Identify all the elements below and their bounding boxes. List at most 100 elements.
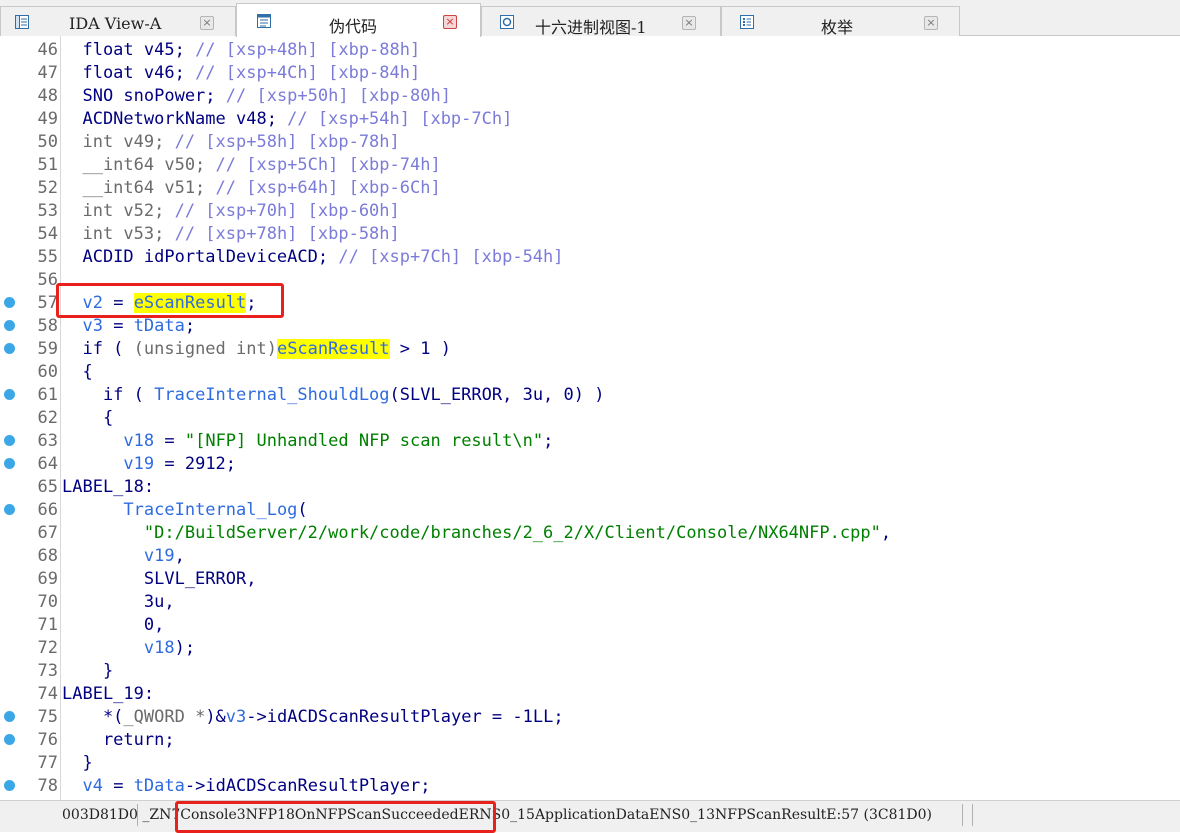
code-text[interactable]: int v49; // [xsp+58h] [xbp-78h] [62, 131, 399, 153]
code-token: = [102, 776, 134, 796]
code-line[interactable]: 49 ACDNetworkName v48; // [xsp+54h] [xbp… [0, 107, 1180, 130]
code-line[interactable]: 58 v3 = tData; [0, 314, 1180, 337]
tab-enums[interactable]: 枚举 × [721, 6, 960, 37]
code-text[interactable]: v18); [62, 637, 195, 659]
code-line[interactable]: 73 } [0, 659, 1180, 682]
code-line[interactable]: 76 return; [0, 728, 1180, 751]
code-text[interactable]: TraceInternal_Log( [62, 499, 307, 521]
code-line[interactable]: 72 v18); [0, 636, 1180, 659]
code-text[interactable]: "D:/BuildServer/2/work/code/branches/2_6… [62, 522, 891, 544]
code-line[interactable]: 74 LABEL_19: [0, 682, 1180, 705]
status-function: _ZN7Console3NFP18OnNFPScanSucceededERNS0… [142, 807, 932, 823]
code-line[interactable]: 62 { [0, 406, 1180, 429]
code-line[interactable]: 48 SNO snoPower; // [xsp+50h] [xbp-80h] [0, 84, 1180, 107]
code-text[interactable]: if ( TraceInternal_ShouldLog(SLVL_ERROR,… [62, 384, 605, 406]
code-text[interactable]: int v52; // [xsp+70h] [xbp-60h] [62, 200, 399, 222]
code-line[interactable]: 60 { [0, 360, 1180, 383]
line-number: 59 [37, 339, 58, 359]
code-text[interactable]: } [62, 660, 113, 682]
code-line[interactable]: 70 3u, [0, 590, 1180, 613]
code-token: TraceInternal_ShouldLog [154, 385, 390, 405]
code-text[interactable]: 0, [62, 614, 164, 636]
close-icon[interactable]: × [443, 15, 457, 29]
line-number: 73 [37, 661, 58, 681]
code-text[interactable]: if ( (unsigned int)eScanResult > 1 ) [62, 338, 451, 360]
code-text[interactable]: float v45; // [xsp+48h] [xbp-88h] [62, 39, 420, 61]
code-token: "[NFP] Unhandled NFP scan result\n" [184, 431, 544, 451]
code-line[interactable]: 55 ACDID idPortalDeviceACD; // [xsp+7Ch]… [0, 245, 1180, 268]
code-token: = [102, 316, 134, 336]
code-text[interactable]: SLVL_ERROR, [62, 568, 257, 590]
tab-ida-view-a[interactable]: IDA View-A × [0, 6, 236, 36]
code-token: )& [205, 707, 226, 727]
code-line[interactable]: 54 int v53; // [xsp+78h] [xbp-58h] [0, 222, 1180, 245]
code-text[interactable]: __int64 v50; // [xsp+5Ch] [xbp-74h] [62, 154, 440, 176]
code-line[interactable]: 64 v19 = 2912; [0, 452, 1180, 475]
code-text[interactable]: float v46; // [xsp+4Ch] [xbp-84h] [62, 62, 420, 84]
code-text[interactable]: v19 = 2912; [62, 453, 236, 475]
tab-pseudocode[interactable]: 伪代码 × [236, 3, 481, 37]
code-line[interactable]: 47 float v46; // [xsp+4Ch] [xbp-84h] [0, 61, 1180, 84]
pseudocode-editor[interactable]: 46 float v45; // [xsp+48h] [xbp-88h] 47 f… [0, 36, 1180, 800]
code-text[interactable]: v3 = tData; [62, 315, 195, 337]
code-text[interactable]: ACDNetworkName v48; // [xsp+54h] [xbp-7C… [62, 108, 512, 130]
code-text[interactable]: SNO snoPower; // [xsp+50h] [xbp-80h] [62, 85, 450, 107]
code-line[interactable]: 68 v19, [0, 544, 1180, 567]
code-token: int v49; [62, 132, 175, 152]
line-number: 72 [37, 638, 58, 658]
line-number: 63 [37, 431, 58, 451]
code-text[interactable]: v4 = tData->idACDScanResultPlayer; [62, 775, 430, 797]
code-text[interactable]: { [62, 407, 113, 429]
code-text[interactable]: __int64 v51; // [xsp+64h] [xbp-6Ch] [62, 177, 440, 199]
code-line[interactable]: 65 LABEL_18: [0, 475, 1180, 498]
code-token: = 2912; [154, 454, 237, 474]
code-token: 0, [62, 615, 165, 635]
close-icon[interactable]: × [682, 16, 696, 30]
code-text[interactable]: LABEL_18: [62, 476, 154, 498]
disassembly-view-icon [15, 15, 29, 29]
tab-hex-view-1[interactable]: 十六进制视图-1 × [481, 6, 721, 37]
code-token: ; [184, 316, 196, 336]
code-line[interactable]: 69 SLVL_ERROR, [0, 567, 1180, 590]
code-line[interactable]: 51 __int64 v50; // [xsp+5Ch] [xbp-74h] [0, 153, 1180, 176]
code-line[interactable]: 53 int v52; // [xsp+70h] [xbp-60h] [0, 199, 1180, 222]
code-line[interactable]: 57 v2 = eScanResult; [0, 291, 1180, 314]
code-line[interactable]: 63 v18 = "[NFP] Unhandled NFP scan resul… [0, 429, 1180, 452]
line-number: 51 [37, 155, 58, 175]
close-icon[interactable]: × [924, 16, 938, 30]
code-token: _QWORD * [123, 707, 206, 727]
close-icon[interactable]: × [200, 16, 214, 30]
code-text[interactable]: int v53; // [xsp+78h] [xbp-58h] [62, 223, 399, 245]
code-line[interactable]: 66 TraceInternal_Log( [0, 498, 1180, 521]
code-line[interactable]: 61 if ( TraceInternal_ShouldLog(SLVL_ERR… [0, 383, 1180, 406]
line-number: 64 [37, 454, 58, 474]
code-text[interactable]: LABEL_19: [62, 683, 154, 705]
code-text[interactable]: { [62, 361, 92, 383]
code-line[interactable]: 46 float v45; // [xsp+48h] [xbp-88h] [0, 38, 1180, 61]
code-line[interactable]: 59 if ( (unsigned int)eScanResult > 1 ) [0, 337, 1180, 360]
code-line[interactable]: 56 [0, 268, 1180, 291]
code-line[interactable]: 52 __int64 v51; // [xsp+64h] [xbp-6Ch] [0, 176, 1180, 199]
code-text[interactable]: } [62, 752, 92, 774]
line-number: 60 [37, 362, 58, 382]
code-line[interactable]: 75 *(_QWORD *)&v3->idACDScanResultPlayer… [0, 705, 1180, 728]
code-text[interactable]: v2 = eScanResult; [62, 292, 257, 314]
code-text[interactable]: v19, [62, 545, 185, 567]
code-line[interactable]: 50 int v49; // [xsp+58h] [xbp-78h] [0, 130, 1180, 153]
code-line[interactable]: 67 "D:/BuildServer/2/work/code/branches/… [0, 521, 1180, 544]
code-line[interactable]: 78 v4 = tData->idACDScanResultPlayer; [0, 774, 1180, 797]
code-text[interactable]: 3u, [62, 591, 175, 613]
code-token: ACDNetworkName v48; [62, 109, 288, 129]
code-line[interactable]: 71 0, [0, 613, 1180, 636]
code-line[interactable]: 77 } [0, 751, 1180, 774]
code-text[interactable]: v18 = "[NFP] Unhandled NFP scan result\n… [62, 430, 553, 452]
code-text[interactable]: ACDID idPortalDeviceACD; // [xsp+7Ch] [x… [62, 246, 563, 268]
code-token: tData [133, 776, 185, 796]
code-text[interactable]: *(_QWORD *)&v3->idACDScanResultPlayer = … [62, 706, 564, 728]
code-text[interactable]: return; [62, 729, 175, 751]
